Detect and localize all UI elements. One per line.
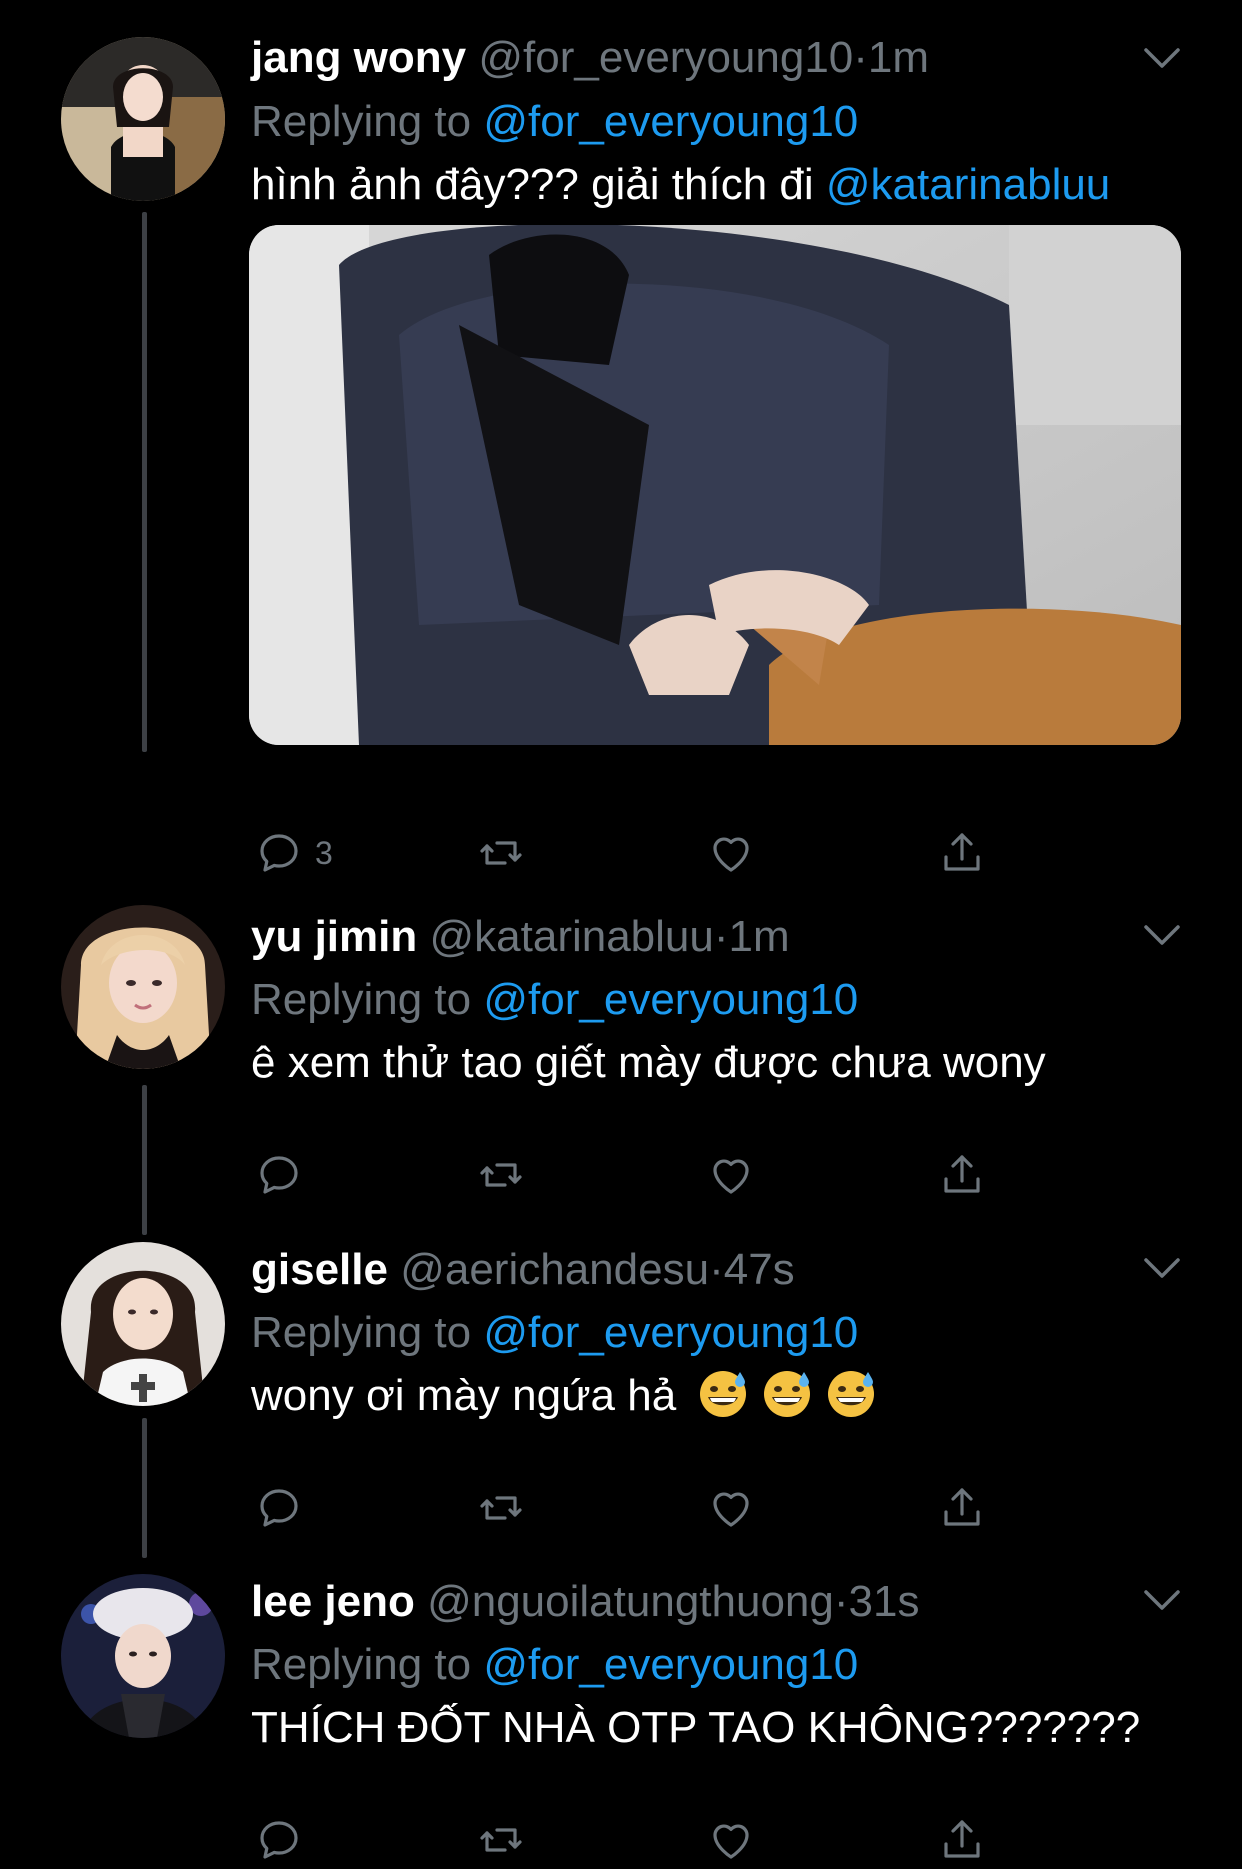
share-button[interactable] [938, 1480, 986, 1536]
tweet[interactable]: giselle @aerichandesu·47s Replying to @f… [0, 1238, 1242, 1498]
replying-label: Replying to [251, 97, 472, 146]
tweet-actions [255, 1147, 1015, 1203]
tweet-text: wony ơi mày ngứa hả [251, 1366, 888, 1426]
share-button[interactable] [938, 825, 986, 881]
retweet-button[interactable] [477, 1812, 525, 1868]
retweet-icon [477, 829, 525, 877]
heart-icon [707, 829, 755, 877]
like-button[interactable] [707, 1480, 755, 1536]
tweet-text-content: THÍCH ĐỐT NHÀ OTP TAO KHÔNG??????? [251, 1703, 1141, 1752]
retweet-button[interactable] [477, 1147, 525, 1203]
replying-mention[interactable]: @for_everyoung10 [483, 975, 858, 1024]
heart-icon [707, 1484, 755, 1532]
replying-mention[interactable]: @for_everyoung10 [483, 1640, 858, 1689]
share-button[interactable] [938, 1147, 986, 1203]
replying-to: Replying to @for_everyoung10 [251, 1303, 858, 1363]
tweet-text: ê xem thử tao giết mày được chưa wony [251, 1033, 1046, 1093]
reply-button[interactable] [255, 1147, 303, 1203]
replying-label: Replying to [251, 1640, 472, 1689]
tweet-text: THÍCH ĐỐT NHÀ OTP TAO KHÔNG??????? [251, 1698, 1140, 1758]
reply-button[interactable]: 3 [255, 825, 333, 881]
tweet-text-content: ê xem thử tao giết mày được chưa wony [251, 1038, 1046, 1087]
tweet[interactable]: lee jeno @nguoilatungthuong·31s Replying… [0, 1570, 1242, 1830]
display-name[interactable]: giselle [251, 1245, 388, 1294]
share-button[interactable] [938, 1812, 986, 1868]
share-icon [938, 1151, 986, 1199]
retweet-button[interactable] [477, 825, 525, 881]
tweet-media-image[interactable] [249, 225, 1181, 745]
timestamp[interactable]: 1m [729, 912, 790, 961]
display-name[interactable]: lee jeno [251, 1577, 415, 1626]
grinning-face-with-sweat-icon [824, 1366, 878, 1420]
retweet-icon [477, 1151, 525, 1199]
tweet-header: giselle @aerichandesu·47s [251, 1240, 795, 1300]
avatar[interactable] [61, 37, 225, 201]
tweet-text-content: wony ơi mày ngứa hả [251, 1371, 677, 1420]
reply-icon [255, 1151, 303, 1199]
avatar[interactable] [61, 905, 225, 1069]
reply-icon [255, 1484, 303, 1532]
display-name[interactable]: yu jimin [251, 912, 417, 961]
reply-icon [255, 829, 303, 877]
tweet-header: yu jimin @katarinabluu·1m [251, 907, 790, 967]
share-icon [938, 1816, 986, 1864]
timestamp[interactable]: 1m [868, 33, 929, 82]
replying-to: Replying to @for_everyoung10 [251, 92, 858, 152]
chevron-down-icon[interactable] [1140, 921, 1184, 949]
like-button[interactable] [707, 1812, 755, 1868]
user-handle[interactable]: @nguoilatungthuong [427, 1577, 834, 1626]
heart-icon [707, 1151, 755, 1199]
reply-button[interactable] [255, 1480, 303, 1536]
chevron-down-icon[interactable] [1140, 44, 1184, 72]
separator: · [713, 912, 729, 961]
tweet-text-content: hình ảnh đây??? giải thích đi [251, 160, 814, 209]
user-handle[interactable]: @for_everyoung10 [478, 33, 853, 82]
timestamp[interactable]: 47s [724, 1245, 795, 1294]
replying-mention[interactable]: @for_everyoung10 [483, 97, 858, 146]
separator: · [853, 33, 868, 82]
retweet-icon [477, 1484, 525, 1532]
grinning-face-with-sweat-icon [696, 1366, 750, 1420]
reply-icon [255, 1816, 303, 1864]
timestamp[interactable]: 31s [849, 1577, 920, 1626]
tweet-actions [255, 1480, 1015, 1536]
share-icon [938, 829, 986, 877]
reply-count: 3 [315, 834, 333, 871]
replying-label: Replying to [251, 1308, 472, 1357]
tweet-text: hình ảnh đây??? giải thích đi @katarinab… [251, 155, 1110, 215]
reply-button[interactable] [255, 1812, 303, 1868]
chevron-down-icon[interactable] [1140, 1586, 1184, 1614]
replying-to: Replying to @for_everyoung10 [251, 1635, 858, 1695]
separator: · [833, 1577, 849, 1626]
retweet-button[interactable] [477, 1480, 525, 1536]
share-icon [938, 1484, 986, 1532]
grinning-face-with-sweat-icon [760, 1366, 814, 1420]
replying-to: Replying to @for_everyoung10 [251, 970, 858, 1030]
chevron-down-icon[interactable] [1140, 1254, 1184, 1282]
user-handle[interactable]: @katarinabluu [429, 912, 713, 961]
retweet-icon [477, 1816, 525, 1864]
avatar[interactable] [61, 1574, 225, 1738]
tweet-actions: 3 [255, 825, 1015, 881]
replying-label: Replying to [251, 975, 472, 1024]
tweet-header: jang wony @for_everyoung10·1m [251, 28, 929, 88]
text-mention[interactable]: @katarinabluu [826, 160, 1110, 209]
replying-mention[interactable]: @for_everyoung10 [483, 1308, 858, 1357]
like-button[interactable] [707, 825, 755, 881]
user-handle[interactable]: @aerichandesu [400, 1245, 709, 1294]
avatar[interactable] [61, 1242, 225, 1406]
tweet[interactable]: jang wony @for_everyoung10·1m Replying t… [0, 30, 1242, 850]
like-button[interactable] [707, 1147, 755, 1203]
separator: · [709, 1245, 724, 1294]
heart-icon [707, 1816, 755, 1864]
tweet[interactable]: yu jimin @katarinabluu·1m Replying to @f… [0, 905, 1242, 1165]
tweet-actions [255, 1812, 1015, 1868]
tweet-header: lee jeno @nguoilatungthuong·31s [251, 1572, 919, 1632]
display-name[interactable]: jang wony [251, 33, 466, 82]
